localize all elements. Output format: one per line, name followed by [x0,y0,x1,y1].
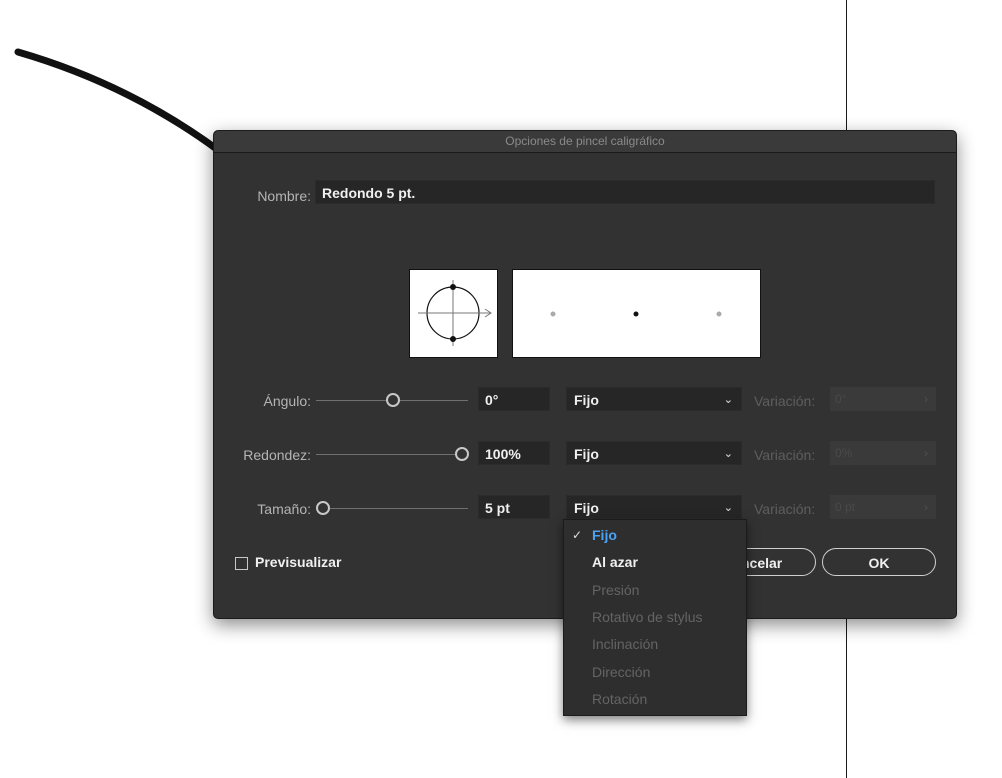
size-value-field[interactable]: 5 pt [478,495,550,519]
chevron-right-icon: › [924,392,928,406]
menu-item-rotativo-de-stylus: Rotativo de stylus [592,609,703,625]
brush-angle-icon [418,280,492,346]
angle-mode-value: Fijo [574,392,599,408]
size-mode-dropdown-menu: ✓ Fijo Al azar Presión Rotativo de stylu… [563,519,747,716]
angle-variation-value: 0° [835,392,847,406]
menu-item-fijo[interactable]: ✓ Fijo [564,522,746,549]
angle-variation-label: Variación: [754,393,816,409]
roundness-slider-knob[interactable] [455,447,469,461]
roundness-mode-value: Fijo [574,446,599,462]
menu-item-inclinacion: Inclinación [592,636,659,652]
roundness-variation-label: Variación: [754,447,816,463]
roundness-mode-select[interactable]: Fijo ⌄ [566,441,742,465]
angle-label: Ángulo: [263,393,311,409]
chevron-down-icon: ⌄ [723,394,733,406]
chevron-down-icon: ⌄ [723,448,733,460]
preview-label[interactable]: Previsualizar [255,554,341,570]
menu-item-al-azar[interactable]: Al azar [564,549,746,576]
checkmark-icon: ✓ [572,528,583,542]
menu-item-direccion: Dirección [592,664,651,680]
angle-variation-field: 0° › [830,387,936,411]
size-mode-value: Fijo [574,500,599,516]
roundness-variation-field: 0% › [830,441,936,465]
size-variation-label: Variación: [754,501,816,517]
cancel-button-label: ncelar [741,555,783,571]
min-size-dot [550,311,556,317]
roundness-variation-value: 0% [835,446,853,460]
size-slider-track[interactable] [330,508,468,509]
angle-value-field[interactable]: 0° [478,387,550,411]
size-slider-knob[interactable] [316,501,330,515]
preview-checkbox[interactable] [235,557,248,570]
roundness-value-field[interactable]: 100% [478,441,550,465]
roundness-label: Redondez: [243,447,311,463]
angle-slider-knob[interactable] [386,393,400,407]
brush-variation-preview [512,269,761,358]
size-variation-value: 0 pt [835,500,856,514]
menu-item-rotacion: Rotación [592,691,648,707]
chevron-right-icon: › [924,446,928,460]
brush-shape-preview[interactable] [409,269,498,358]
name-label: Nombre: [257,188,311,204]
max-size-dot [716,311,722,317]
chevron-right-icon: › [924,500,928,514]
ok-button-label: OK [868,555,890,571]
dialog-title: Opciones de pincel caligráfico [214,131,956,153]
menu-item-presion: Presión [592,582,640,598]
roundness-slider-track[interactable] [316,454,456,455]
angle-mode-select[interactable]: Fijo ⌄ [566,387,742,411]
size-mode-select[interactable]: Fijo ⌄ [566,495,742,519]
size-variation-field: 0 pt › [830,495,936,519]
size-label: Tamaño: [257,501,311,517]
name-field[interactable]: Redondo 5 pt. [315,180,935,204]
current-size-dot [633,311,639,317]
ok-button[interactable]: OK [822,548,936,576]
chevron-down-icon: ⌄ [723,502,733,514]
